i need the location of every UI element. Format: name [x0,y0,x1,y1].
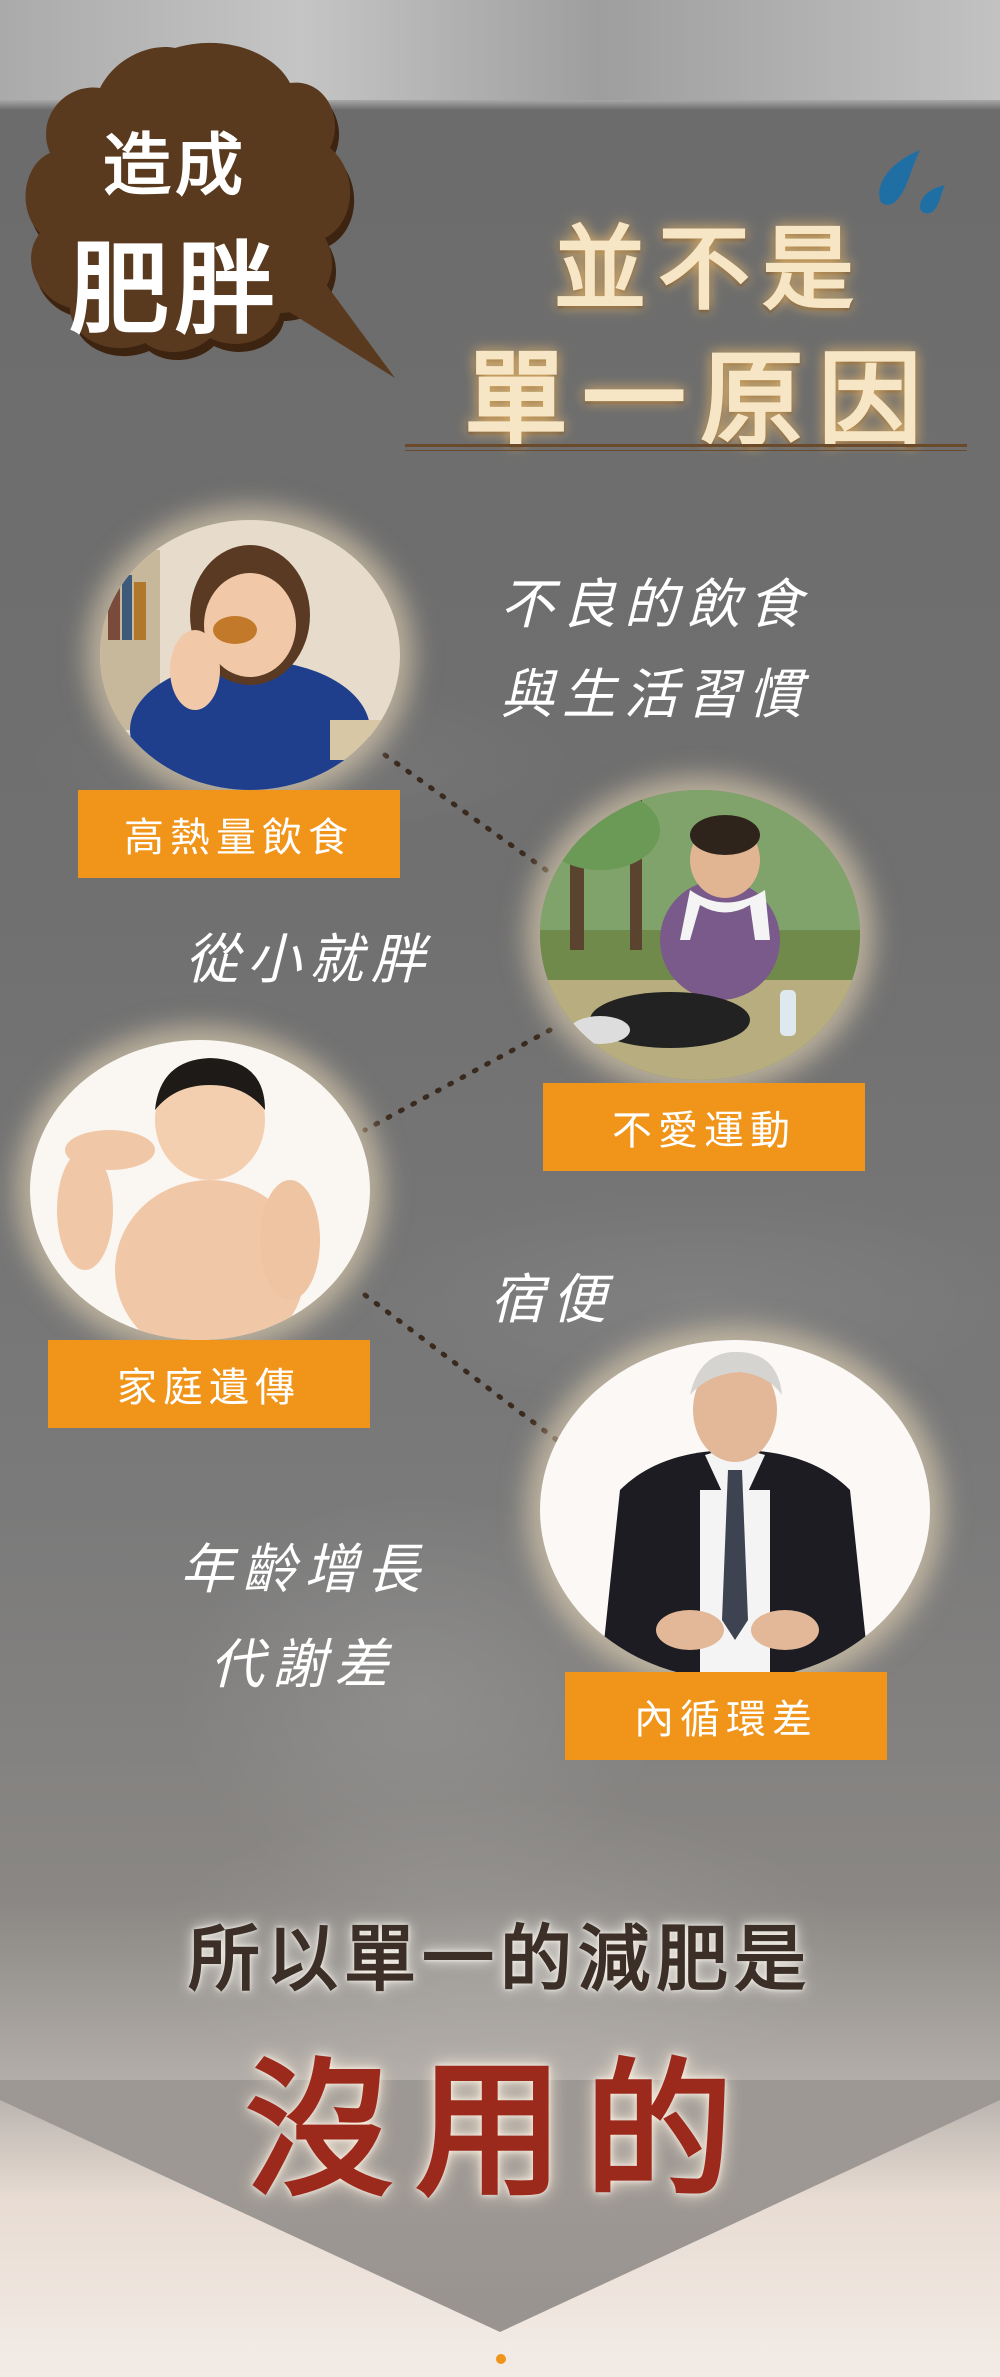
bubble-title-line2: 肥胖 [69,230,281,348]
conclusion-line1: 所以單一的減肥是 [187,1916,812,2001]
note-constipation: 宿便 [490,1268,614,1331]
headline-underline-thin [405,450,967,451]
note-habits-line1: 不良的飲食 [500,573,810,636]
photo-man-belly [540,1340,930,1680]
tag-poor-circulation: 內循環差 [565,1672,887,1760]
bottom-dot [496,2354,506,2364]
photo-woman-resting [540,790,860,1080]
tag-family-genetics: 家庭遺傳 [48,1340,370,1428]
headline-line1: 並不是 [553,215,866,323]
photo-boy-flexing [30,1040,370,1340]
tag-high-calorie-diet: 高熱量飲食 [78,790,400,878]
note-habits-line2: 與生活習慣 [500,663,810,726]
note-age-line2: 代謝差 [210,1633,396,1696]
tag-no-exercise: 不愛運動 [543,1083,865,1171]
photo-woman-eating [100,520,400,790]
infographic-page: 造成 肥胖 並不是 單一原因 高熱量飲食 不愛運動 家庭遺傳 內循環差 不良的飲… [0,0,1000,2377]
note-childhood: 從小就胖 [185,928,433,991]
headline-underline [405,444,967,447]
bubble-title-line1: 造成 [102,126,247,206]
speech-bubble: 造成 肥胖 [25,38,395,398]
conclusion-line2: 沒用的 [245,2043,755,2217]
note-age-line1: 年齡增長 [180,1538,428,1601]
